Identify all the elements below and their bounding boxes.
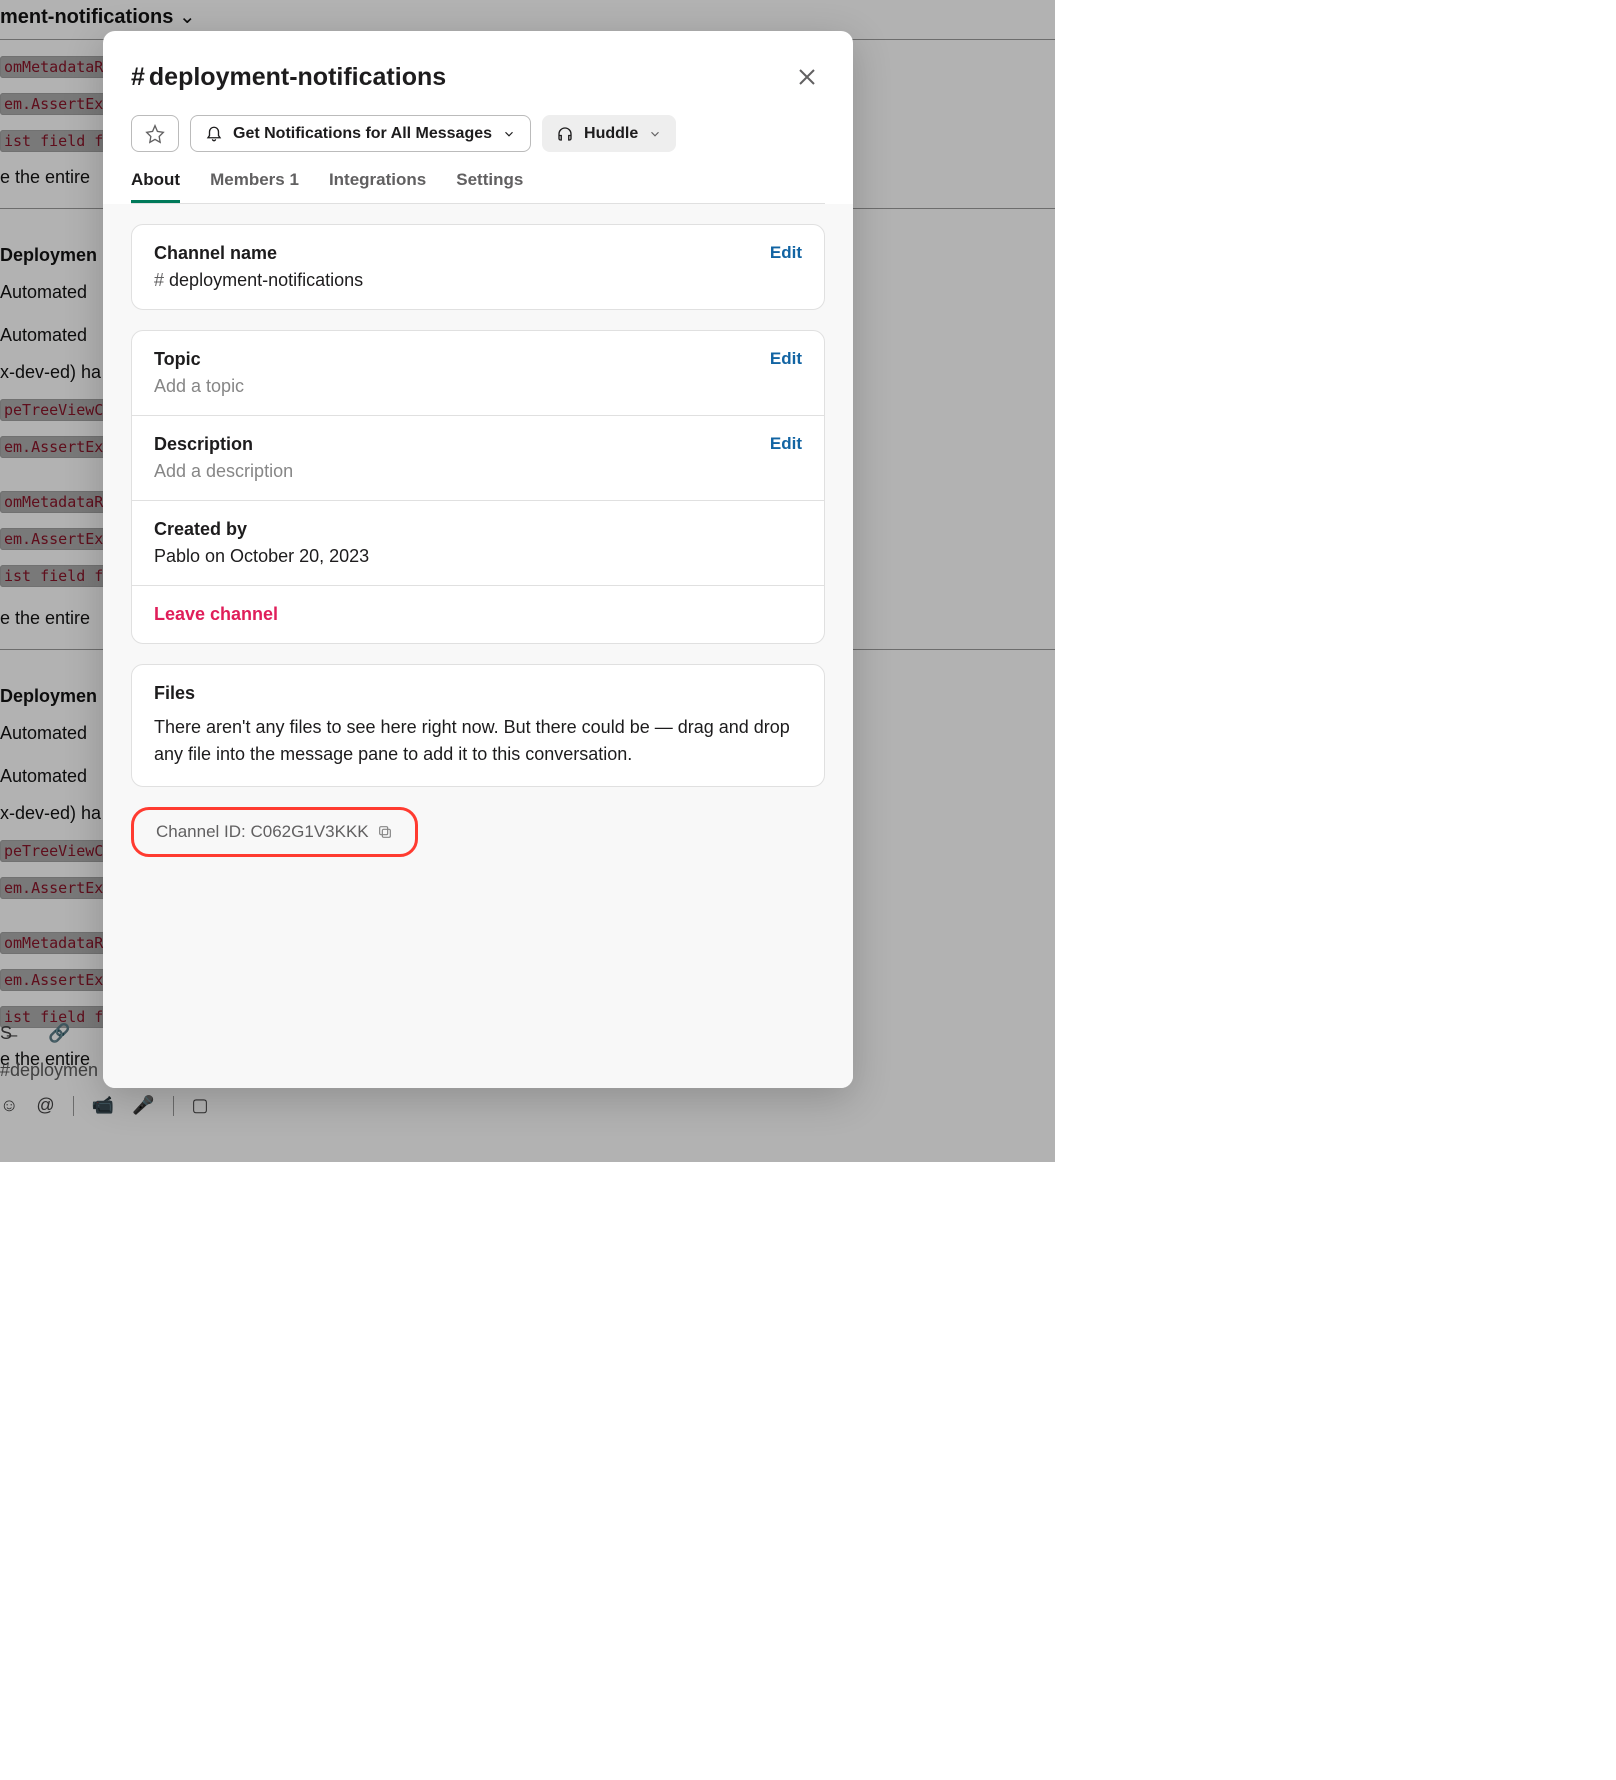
details-card: Topic Add a topic Edit Description Add a… bbox=[131, 330, 825, 644]
edit-description[interactable]: Edit bbox=[770, 434, 802, 454]
leave-channel[interactable]: Leave channel bbox=[154, 604, 278, 624]
topic-label: Topic bbox=[154, 349, 244, 370]
files-card: Files There aren't any files to see here… bbox=[131, 664, 825, 787]
edit-channel-name[interactable]: Edit bbox=[770, 243, 802, 263]
tab-settings[interactable]: Settings bbox=[456, 170, 523, 203]
files-label: Files bbox=[154, 683, 802, 704]
edit-topic[interactable]: Edit bbox=[770, 349, 802, 369]
tab-about[interactable]: About bbox=[131, 170, 180, 203]
topic-placeholder: Add a topic bbox=[154, 376, 244, 397]
copy-icon bbox=[377, 824, 393, 840]
channel-id-highlight: Channel ID: C062G1V3KKK bbox=[131, 807, 418, 857]
channel-name-card: Channel name # deployment-notifications … bbox=[131, 224, 825, 310]
chevron-down-icon bbox=[502, 127, 516, 141]
files-text: There aren't any files to see here right… bbox=[154, 714, 802, 768]
bell-icon bbox=[205, 125, 223, 143]
channel-details-modal: # deployment-notifications Get Notificat… bbox=[103, 31, 853, 1088]
created-by-value: Pablo on October 20, 2023 bbox=[154, 546, 802, 567]
tab-members[interactable]: Members 1 bbox=[210, 170, 299, 203]
tab-integrations[interactable]: Integrations bbox=[329, 170, 426, 203]
notifications-label: Get Notifications for All Messages bbox=[233, 125, 492, 143]
star-button[interactable] bbox=[131, 115, 179, 152]
channel-name-value: # deployment-notifications bbox=[154, 270, 363, 291]
modal-title: # deployment-notifications bbox=[131, 63, 446, 92]
tabs: About Members 1 Integrations Settings bbox=[131, 170, 825, 204]
created-by-label: Created by bbox=[154, 519, 802, 540]
star-icon bbox=[145, 124, 165, 144]
notifications-button[interactable]: Get Notifications for All Messages bbox=[190, 115, 531, 152]
channel-name-label: Channel name bbox=[154, 243, 363, 264]
close-icon bbox=[797, 67, 817, 87]
headphones-icon bbox=[556, 125, 574, 143]
description-label: Description bbox=[154, 434, 293, 455]
channel-id-label: Channel ID: C062G1V3KKK bbox=[156, 822, 369, 842]
close-button[interactable] bbox=[789, 59, 825, 95]
description-placeholder: Add a description bbox=[154, 461, 293, 482]
copy-channel-id[interactable] bbox=[377, 824, 393, 840]
huddle-button[interactable]: Huddle bbox=[542, 115, 676, 152]
chevron-down-icon bbox=[648, 127, 662, 141]
huddle-label: Huddle bbox=[584, 125, 638, 143]
